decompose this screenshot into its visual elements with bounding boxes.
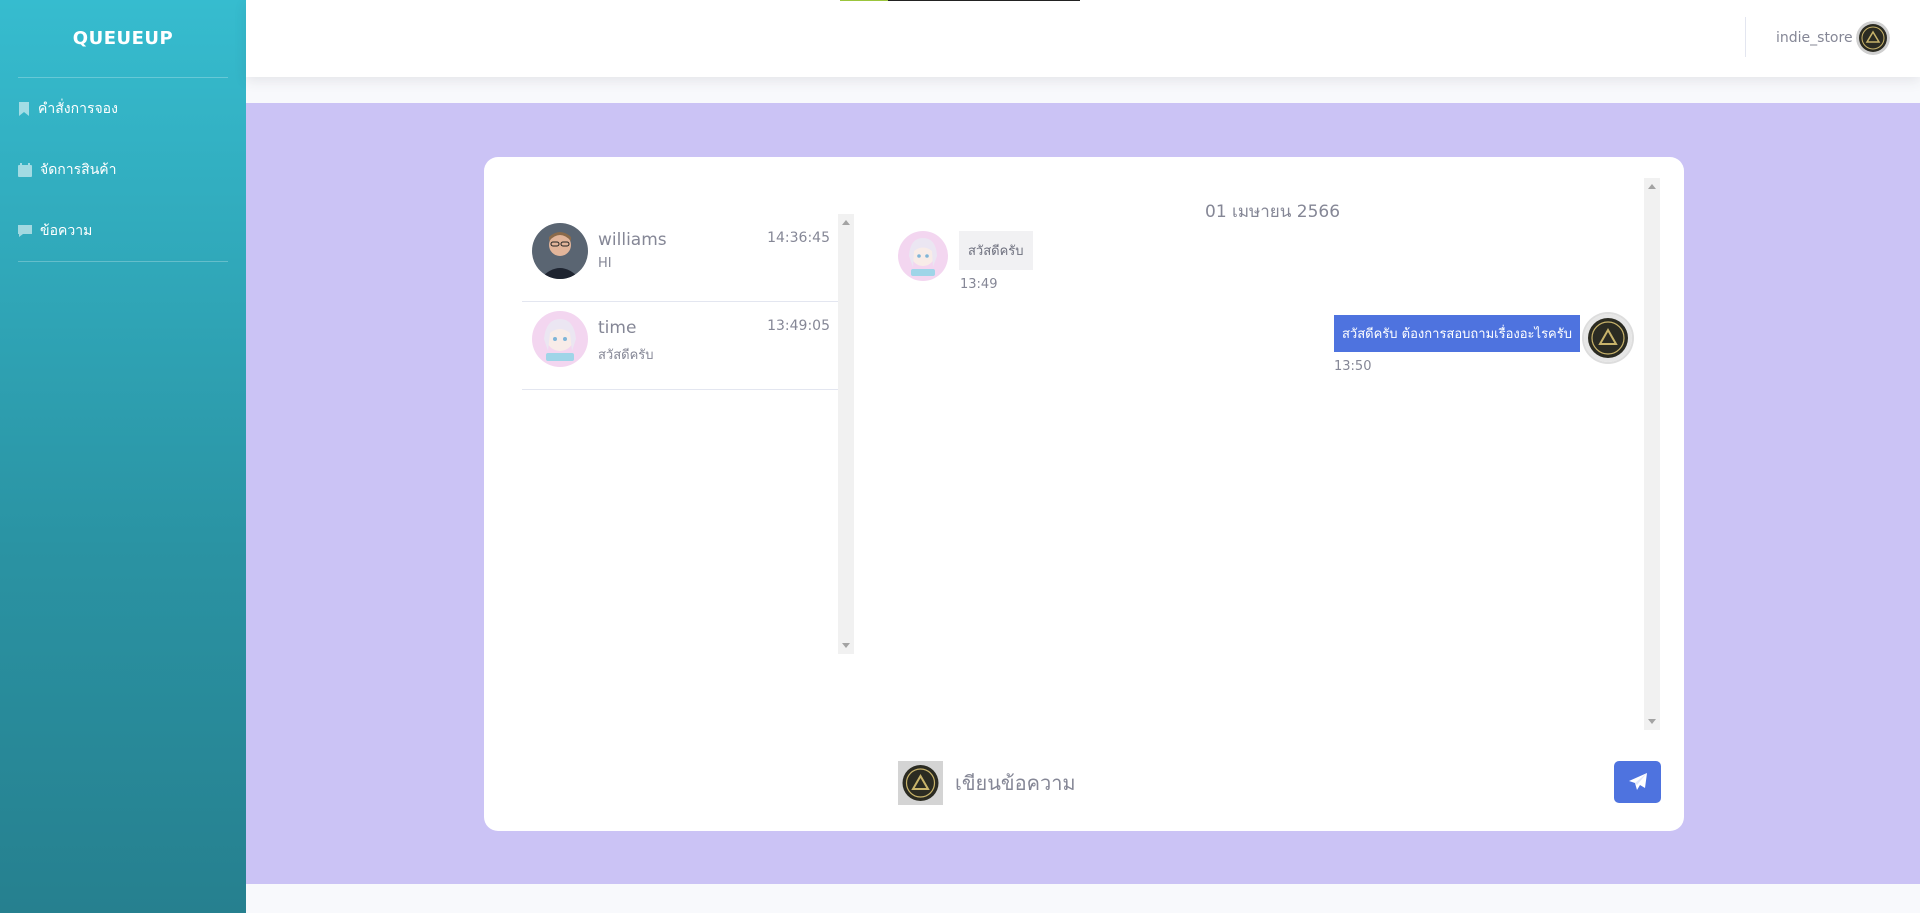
conversation-list: williams HI 14:36:45 time สวัสดีครับ 13:… bbox=[522, 214, 838, 654]
footer bbox=[246, 884, 1920, 913]
user-avatar[interactable] bbox=[1856, 21, 1890, 55]
scroll-up-icon[interactable] bbox=[842, 220, 850, 225]
message-bubble-incoming: สวัสดีครับ bbox=[959, 231, 1033, 270]
conversation-time: 13:49:05 bbox=[767, 318, 830, 334]
comment-icon bbox=[18, 224, 32, 237]
scroll-up-icon[interactable] bbox=[1648, 184, 1656, 189]
top-progress-line bbox=[840, 0, 1080, 1]
avatar bbox=[532, 223, 588, 279]
avatar bbox=[898, 761, 943, 805]
message-time: 13:49 bbox=[960, 277, 998, 292]
topbar: indie_store bbox=[246, 0, 1920, 77]
sidebar-item-products[interactable]: จัดการสินค้า bbox=[0, 139, 246, 200]
sidebar: QUEUEUP คำสั่งการจอง จัดการสินค้า ข้อควา… bbox=[0, 0, 246, 913]
brand-logo[interactable]: QUEUEUP bbox=[0, 0, 246, 77]
conversation-time: 14:36:45 bbox=[767, 230, 830, 246]
conversation-item[interactable]: williams HI 14:36:45 bbox=[522, 214, 838, 302]
conversation-name: time bbox=[598, 318, 637, 338]
avatar bbox=[898, 231, 948, 281]
paper-plane-icon bbox=[1628, 773, 1647, 790]
avatar bbox=[532, 311, 588, 367]
message-time: 13:50 bbox=[1334, 359, 1372, 374]
scroll-down-icon[interactable] bbox=[1648, 719, 1656, 724]
send-button[interactable] bbox=[1614, 761, 1661, 803]
message-bubble-outgoing: สวัสดีครับ ต้องการสอบถามเรื่องอะไรครับ bbox=[1334, 315, 1580, 352]
sidebar-item-label: จัดการสินค้า bbox=[40, 161, 117, 178]
sidebar-item-label: ข้อความ bbox=[40, 222, 93, 239]
sidebar-item-label: คำสั่งการจอง bbox=[38, 100, 118, 117]
message-input[interactable] bbox=[955, 763, 1595, 803]
conversation-preview: HI bbox=[598, 256, 612, 271]
conversation-preview: สวัสดีครับ bbox=[598, 348, 654, 363]
topbar-divider bbox=[1745, 17, 1746, 57]
chat-scrollbar[interactable] bbox=[1644, 178, 1660, 730]
scroll-down-icon[interactable] bbox=[842, 643, 850, 648]
avatar bbox=[1584, 314, 1632, 362]
user-name[interactable]: indie_store bbox=[1776, 30, 1853, 46]
bookmark-icon bbox=[19, 101, 29, 116]
conversation-scrollbar[interactable] bbox=[838, 214, 854, 654]
sidebar-item-bookings[interactable]: คำสั่งการจอง bbox=[0, 78, 246, 139]
conversation-name: williams bbox=[598, 230, 667, 250]
chat-date: 01 เมษายน 2566 bbox=[1205, 202, 1341, 222]
calendar-icon bbox=[18, 162, 32, 177]
sidebar-divider bbox=[18, 261, 228, 262]
conversation-item[interactable]: time สวัสดีครับ 13:49:05 bbox=[522, 302, 838, 390]
sidebar-item-messages[interactable]: ข้อความ bbox=[0, 200, 246, 261]
